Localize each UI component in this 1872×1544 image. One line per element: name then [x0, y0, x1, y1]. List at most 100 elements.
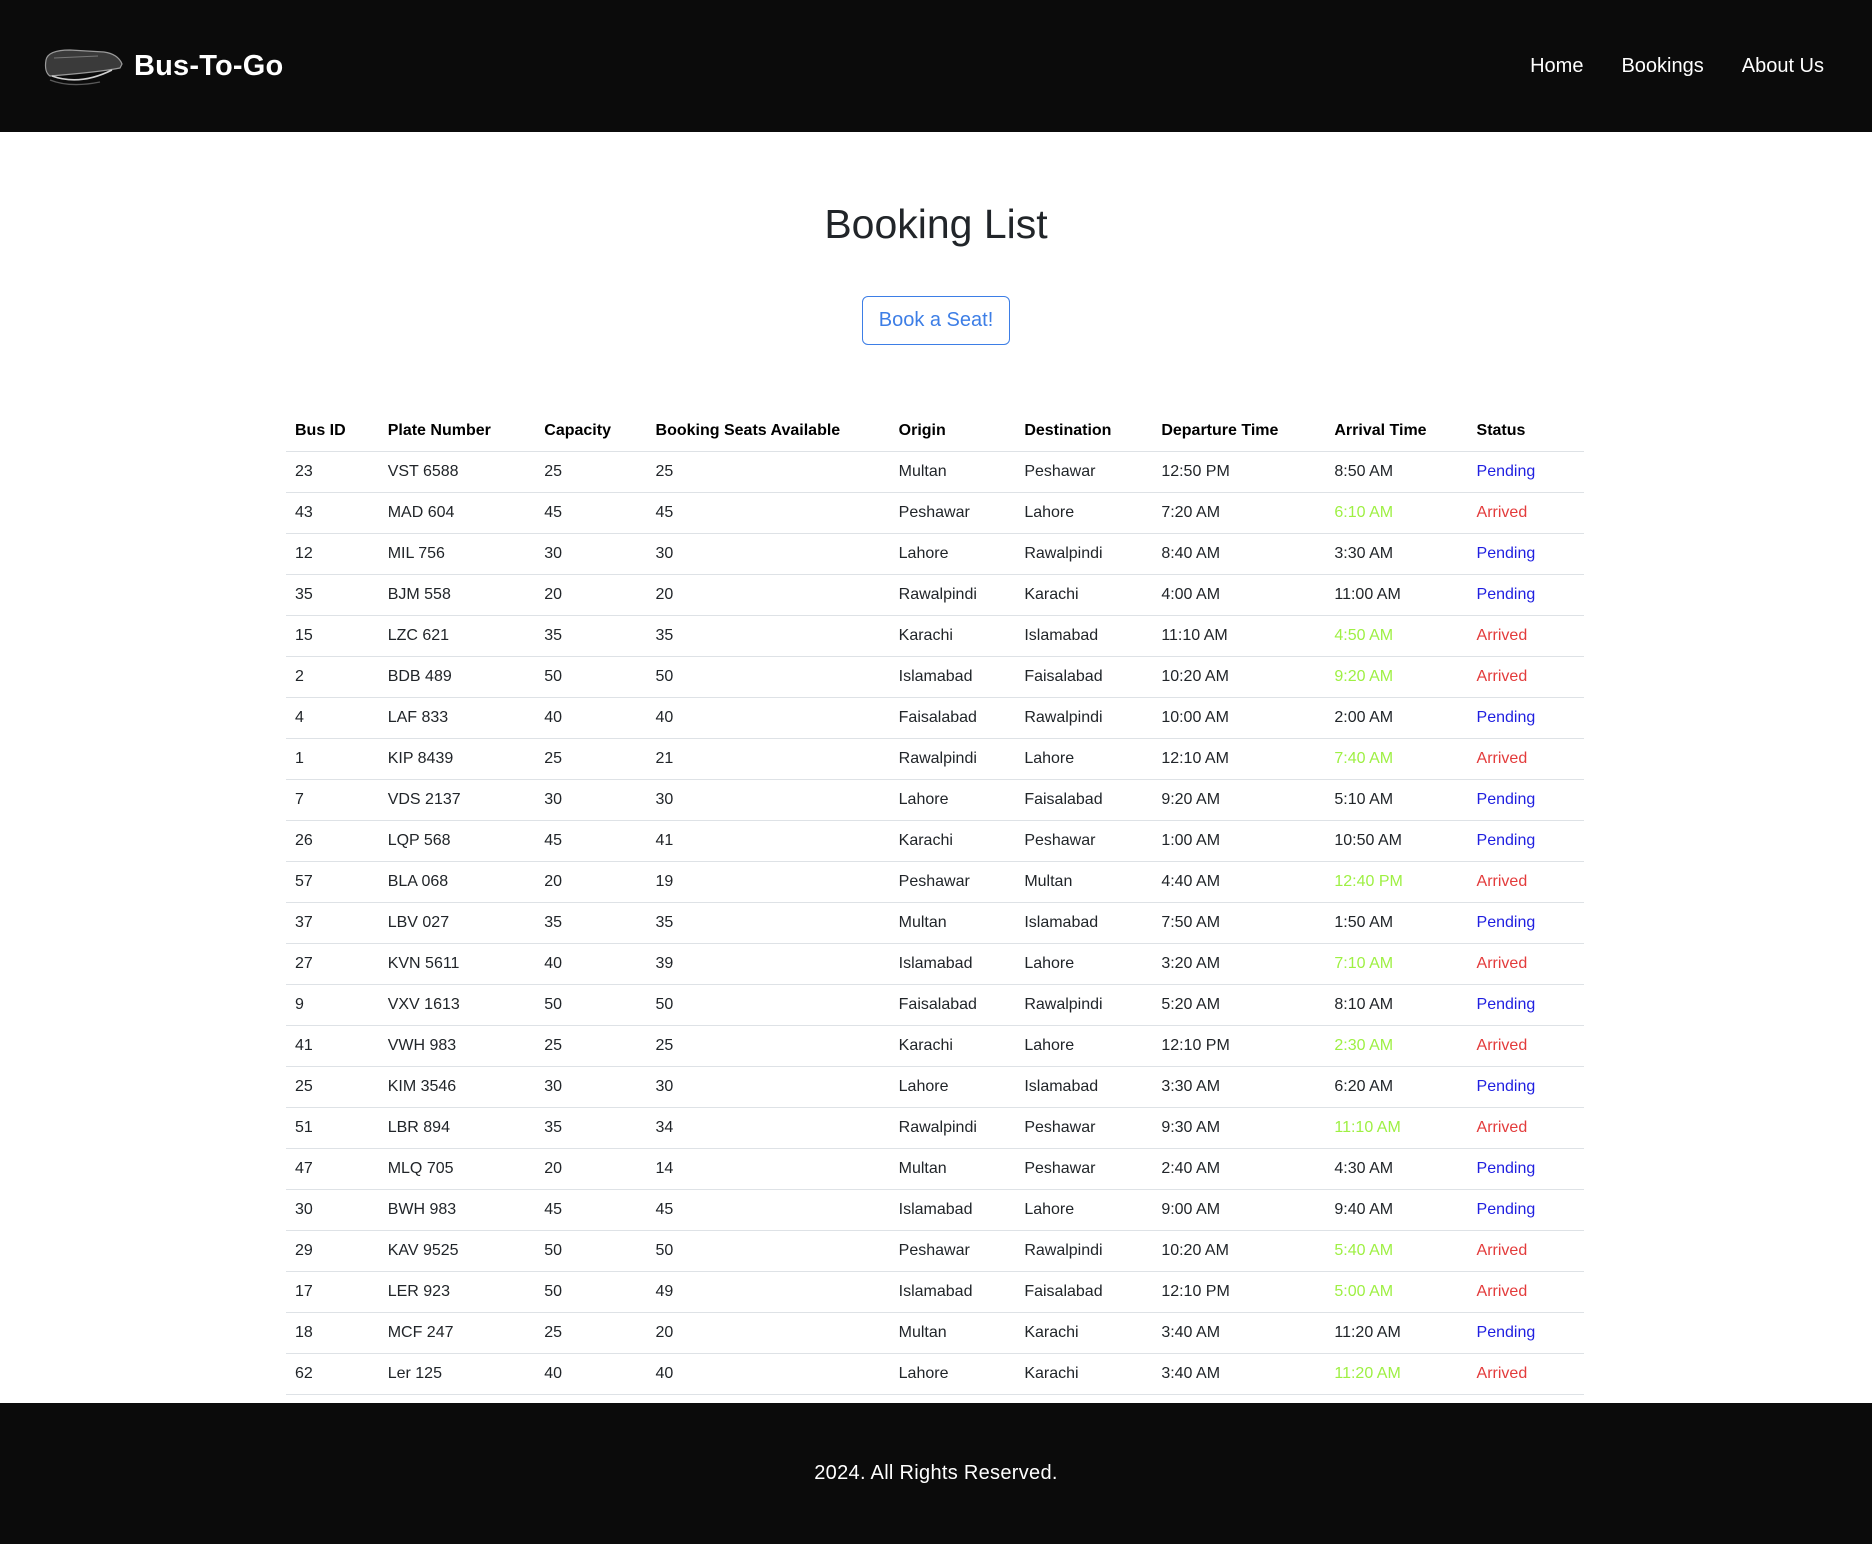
cell-bus-id: 51	[286, 1107, 379, 1150]
brand[interactable]: Bus-To-Go	[40, 42, 283, 90]
cell-plate-number: VXV 1613	[378, 984, 536, 1027]
cell-booking-seats-available: 34	[646, 1107, 890, 1150]
cell-status: Arrived	[1467, 1107, 1584, 1150]
main-content: Booking List Book a Seat!	[0, 200, 1872, 346]
book-a-seat-button[interactable]: Book a Seat!	[861, 296, 1011, 346]
nav-bookings-link[interactable]: Bookings	[1621, 55, 1703, 78]
footer: 2024. All Rights Reserved.	[0, 1403, 1872, 1544]
cell-origin: Peshawar	[889, 492, 1016, 535]
cell-capacity: 50	[535, 656, 647, 699]
cell-arrival-time: 2:00 AM	[1325, 697, 1468, 740]
cell-capacity: 20	[535, 1148, 647, 1191]
cell-capacity: 25	[535, 451, 647, 494]
cell-departure-time: 3:30 AM	[1152, 1066, 1326, 1109]
cell-destination: Faisalabad	[1015, 656, 1153, 699]
cell-bus-id: 27	[286, 943, 379, 986]
table-row: 35 BJM 558 20 20 Rawalpindi Karachi 4:00 AM 11:…	[286, 574, 1584, 617]
cell-origin: Faisalabad	[889, 697, 1016, 740]
cell-arrival-time: 5:40 AM	[1325, 1230, 1468, 1273]
cell-bus-id: 29	[286, 1230, 379, 1273]
table-row: 41 VWH 983 25 25 Karachi Lahore 12:10 PM 2:30 A…	[286, 1025, 1584, 1068]
cell-origin: Islamabad	[889, 943, 1016, 986]
cell-origin: Peshawar	[889, 861, 1016, 904]
cell-plate-number: BWH 983	[378, 1189, 536, 1232]
cell-arrival-time: 12:40 PM	[1325, 861, 1468, 904]
cell-plate-number: Ler 125	[378, 1353, 536, 1396]
table-header-row: Bus ID Plate Number Capacity Booking Seats …	[286, 411, 1584, 453]
cell-status: Arrived	[1467, 656, 1584, 699]
nav-about-us-link[interactable]: About Us	[1742, 55, 1824, 78]
cell-status: Arrived	[1467, 943, 1584, 986]
cell-arrival-time: 8:10 AM	[1325, 984, 1468, 1027]
cell-status: Arrived	[1467, 861, 1584, 904]
cell-status: Pending	[1467, 533, 1584, 576]
booking-table: Bus ID Plate Number Capacity Booking Seats …	[286, 411, 1584, 1396]
cell-capacity: 50	[535, 1230, 647, 1273]
cell-destination: Rawalpindi	[1015, 533, 1153, 576]
cell-status: Arrived	[1467, 1353, 1584, 1396]
cell-departure-time: 12:10 PM	[1152, 1271, 1326, 1314]
cell-origin: Lahore	[889, 779, 1016, 822]
cell-arrival-time: 1:50 AM	[1325, 902, 1468, 945]
cell-booking-seats-available: 30	[646, 779, 890, 822]
page-title: Booking List	[824, 201, 1048, 247]
cell-destination: Lahore	[1015, 492, 1153, 535]
cell-plate-number: MAD 604	[378, 492, 536, 535]
table-row: 7 VDS 2137 30 30 Lahore Faisalabad 9:20 AM 5:10…	[286, 779, 1584, 822]
table-row: 23 VST 6588 25 25 Multan Peshawar 12:50 PM 8:50…	[286, 451, 1584, 494]
cell-bus-id: 41	[286, 1025, 379, 1068]
cell-bus-id: 25	[286, 1066, 379, 1109]
cell-origin: Islamabad	[889, 1271, 1016, 1314]
cell-origin: Islamabad	[889, 656, 1016, 699]
cell-origin: Karachi	[889, 820, 1016, 863]
cell-capacity: 30	[535, 1066, 647, 1109]
cell-plate-number: LAF 833	[378, 697, 536, 740]
nav-home-link[interactable]: Home	[1530, 55, 1583, 78]
cell-plate-number: LBV 027	[378, 902, 536, 945]
cell-capacity: 35	[535, 1107, 647, 1150]
cell-bus-id: 15	[286, 615, 379, 658]
cell-plate-number: VDS 2137	[378, 779, 536, 822]
cell-status: Arrived	[1467, 492, 1584, 535]
cell-capacity: 35	[535, 902, 647, 945]
cell-capacity: 50	[535, 1271, 647, 1314]
cell-status: Pending	[1467, 574, 1584, 617]
cell-origin: Rawalpindi	[889, 738, 1016, 781]
cell-plate-number: VST 6588	[378, 451, 536, 494]
cell-destination: Peshawar	[1015, 451, 1153, 494]
cell-destination: Karachi	[1015, 1353, 1153, 1396]
cell-arrival-time: 11:20 AM	[1325, 1312, 1468, 1355]
cell-destination: Lahore	[1015, 738, 1153, 781]
cell-arrival-time: 2:30 AM	[1325, 1025, 1468, 1068]
cell-plate-number: LZC 621	[378, 615, 536, 658]
table-row: 62 Ler 125 40 40 Lahore Karachi 3:40 AM 11:20 A…	[286, 1353, 1584, 1396]
table-body: 23 VST 6588 25 25 Multan Peshawar 12:50 PM 8:50…	[286, 451, 1584, 1396]
column-header-booking-seats-available: Booking Seats Available	[646, 411, 890, 453]
cell-status: Pending	[1467, 1148, 1584, 1191]
cell-arrival-time: 11:10 AM	[1325, 1107, 1468, 1150]
cell-arrival-time: 9:40 AM	[1325, 1189, 1468, 1232]
cell-plate-number: KIM 3546	[378, 1066, 536, 1109]
cell-departure-time: 9:30 AM	[1152, 1107, 1326, 1150]
cell-plate-number: MCF 247	[378, 1312, 536, 1355]
cell-status: Pending	[1467, 1312, 1584, 1355]
cell-departure-time: 7:20 AM	[1152, 492, 1326, 535]
cell-departure-time: 10:20 AM	[1152, 1230, 1326, 1273]
cell-plate-number: BJM 558	[378, 574, 536, 617]
cell-arrival-time: 7:10 AM	[1325, 943, 1468, 986]
cell-departure-time: 8:40 AM	[1152, 533, 1326, 576]
bus-logo-icon	[44, 49, 123, 86]
column-header-arrival-time: Arrival Time	[1325, 411, 1468, 453]
cell-departure-time: 12:10 AM	[1152, 738, 1326, 781]
cell-arrival-time: 9:20 AM	[1325, 656, 1468, 699]
cell-bus-id: 2	[286, 656, 379, 699]
cell-booking-seats-available: 21	[646, 738, 890, 781]
cell-capacity: 45	[535, 1189, 647, 1232]
cell-arrival-time: 7:40 AM	[1325, 738, 1468, 781]
cell-booking-seats-available: 41	[646, 820, 890, 863]
cell-arrival-time: 5:00 AM	[1325, 1271, 1468, 1314]
cell-arrival-time: 3:30 AM	[1325, 533, 1468, 576]
cell-status: Pending	[1467, 451, 1584, 494]
table-row: 1 KIP 8439 25 21 Rawalpindi Lahore 12:10 AM 7:4…	[286, 738, 1584, 781]
cell-arrival-time: 5:10 AM	[1325, 779, 1468, 822]
